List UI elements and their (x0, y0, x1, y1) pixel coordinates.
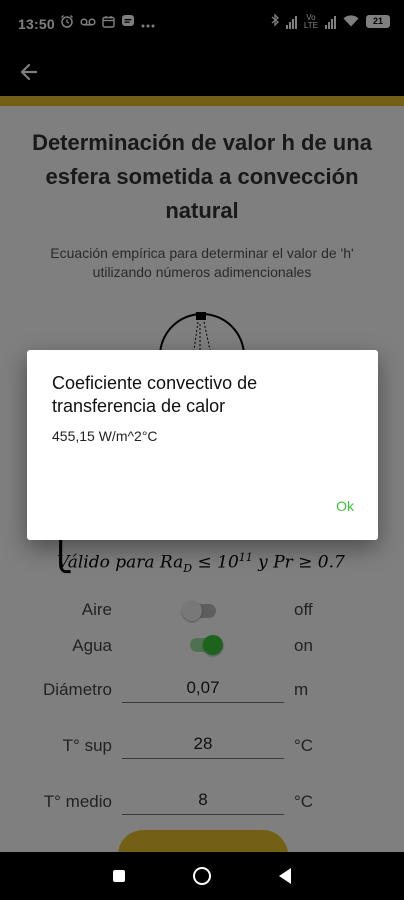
dialog-message: 455,15 W/m^2°C (52, 428, 158, 444)
ok-button[interactable]: Ok (336, 498, 354, 514)
nav-back-icon[interactable] (279, 868, 291, 884)
recents-icon[interactable] (113, 870, 125, 882)
navigation-bar (0, 852, 404, 900)
home-icon[interactable] (193, 867, 211, 885)
dialog-title: Coeficiente convectivo de transferencia … (52, 373, 258, 416)
result-dialog: Coeficiente convectivo de transferencia … (27, 350, 378, 540)
